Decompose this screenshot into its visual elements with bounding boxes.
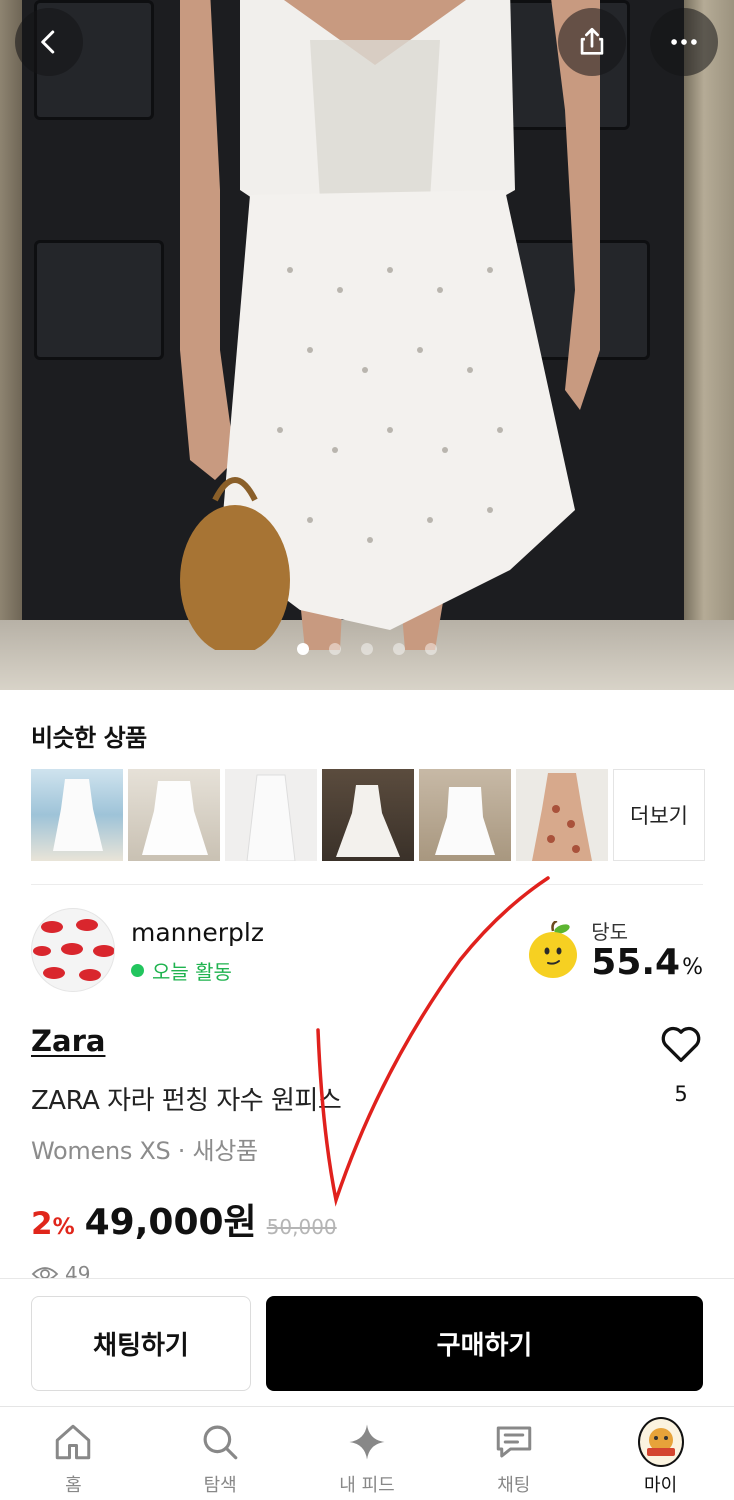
sweetness-value: 55.4 [591,942,681,983]
discount-rate: 2% [31,1206,75,1242]
chat-icon [491,1419,537,1465]
carousel-dot[interactable] [361,643,373,655]
apple-face-icon [529,921,578,978]
brand-link[interactable]: Zara [31,1024,105,1058]
similar-item-thumbnail[interactable] [31,769,123,861]
similar-item-thumbnail[interactable] [322,769,414,861]
heart-icon [661,1026,701,1062]
purchase-action-bar: 채팅하기 구매하기 [0,1278,734,1406]
tab-search[interactable]: 탐색 [147,1407,294,1500]
section-divider [31,884,703,885]
more-horizontal-icon [671,39,697,45]
more-similar-button[interactable]: 더보기 [613,769,705,861]
similar-item-thumbnail[interactable] [128,769,220,861]
more-button[interactable] [650,8,718,76]
discount-value: 2 [31,1206,53,1242]
carousel-indicator [0,643,734,655]
tab-my-feed[interactable]: 내 피드 [294,1407,441,1500]
sale-price: 49,000원 [84,1202,257,1243]
carousel-dot[interactable] [329,643,341,655]
tab-label: 탐색 [203,1475,237,1496]
tab-my[interactable]: 마이 [587,1407,734,1500]
back-button[interactable] [15,8,83,76]
carousel-dot[interactable] [297,643,309,655]
carousel-dot[interactable] [425,643,437,655]
similar-item-thumbnail[interactable] [419,769,511,861]
like-count: 5 [674,1082,688,1106]
tab-label: 마이 [644,1475,678,1496]
chevron-left-icon [41,30,55,54]
seller-name[interactable]: mannerplz [131,918,264,947]
similar-item-thumbnail[interactable] [225,769,317,861]
carousel-dot[interactable] [393,643,405,655]
seller-activity-label: 오늘 활동 [152,960,232,984]
similar-items-title: 비슷한 상품 [31,724,147,752]
profile-avatar-wrap [637,1417,684,1467]
home-icon [50,1419,96,1465]
original-price: 50,000 [266,1215,337,1239]
tab-label: 채팅 [497,1475,531,1496]
tab-home[interactable]: 홈 [0,1407,147,1500]
bottom-tab-bar: 홈 탐색 내 피드 채팅 마이 [0,1406,734,1500]
sweetness-unit: % [682,955,703,980]
similar-item-thumbnail[interactable] [516,769,608,861]
tab-label: 홈 [65,1475,82,1496]
sweetness-score[interactable]: 당도 55.4 % [523,916,703,981]
profile-avatar-icon [637,1417,684,1467]
stone-wall-left [0,0,22,690]
tab-chat[interactable]: 채팅 [440,1407,587,1500]
stone-wall-right [684,0,734,690]
buy-button[interactable]: 구매하기 [266,1296,703,1391]
product-image-carousel[interactable] [0,0,734,690]
similar-items-list: 더보기 [31,769,705,861]
seller-activity: 오늘 활동 [131,956,232,985]
like-button[interactable]: 5 [659,1024,703,1106]
product-title: ZARA 자라 펀칭 자수 원피스 [31,1086,342,1116]
search-icon [197,1419,243,1465]
white-dress-photo [180,0,600,650]
discount-unit: % [52,1215,75,1240]
lips-pattern-icon [33,919,114,981]
price-row: 2% 49,000원 50,000 [31,1193,337,1245]
sweetness-label: 당도 [591,920,629,944]
online-dot-icon [131,964,144,977]
sparkle-icon [344,1419,390,1465]
share-icon [580,27,604,55]
seller-avatar[interactable] [31,908,115,992]
product-meta: Womens XS · 새상품 [31,1137,258,1165]
tab-label: 내 피드 [339,1475,395,1496]
door-panel [34,240,164,360]
red-checkmark-annotation [316,876,550,1207]
chat-button[interactable]: 채팅하기 [31,1296,251,1391]
share-button[interactable] [558,8,626,76]
